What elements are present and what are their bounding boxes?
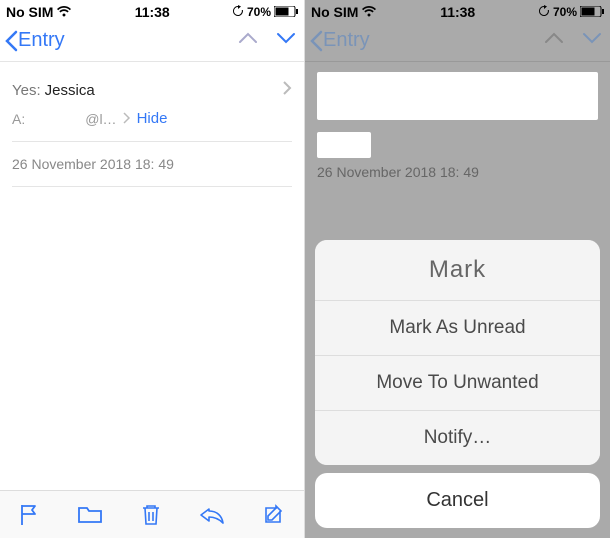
mark-unread-button[interactable]: Mark As Unread: [315, 301, 600, 356]
wifi-icon: [361, 6, 377, 18]
to-domain: @l…: [85, 111, 116, 127]
reply-button[interactable]: [199, 505, 225, 525]
sim-status: No SIM: [6, 4, 53, 20]
redacted-block-small: [317, 132, 371, 158]
delete-button[interactable]: [140, 503, 162, 527]
clock: 11:38: [135, 4, 170, 20]
bottom-toolbar: [0, 490, 304, 538]
divider: [12, 141, 292, 142]
to-label: A:: [12, 111, 25, 127]
cancel-button[interactable]: Cancel: [315, 473, 600, 528]
battery-icon: [274, 4, 298, 20]
move-unwanted-button[interactable]: Move To Unwanted: [315, 356, 600, 411]
next-message-button[interactable]: [276, 31, 296, 50]
prev-message-button: [544, 31, 564, 50]
from-row[interactable]: Yes: Jessica: [12, 72, 292, 108]
refresh-icon: [232, 4, 244, 20]
notify-button[interactable]: Notify…: [315, 411, 600, 465]
status-bar: No SIM 11:38 70%: [0, 0, 304, 24]
sheet-title: Mark: [315, 240, 600, 301]
action-sheet: Mark Mark As Unread Move To Unwanted Not…: [315, 240, 600, 528]
nav-bar: Entry: [0, 24, 304, 62]
battery-percent: 70%: [553, 5, 577, 19]
refresh-icon: [538, 4, 550, 20]
sim-status: No SIM: [311, 4, 358, 20]
status-bar: No SIM 11:38 70%: [305, 0, 610, 24]
battery-percent: 70%: [247, 5, 271, 19]
email-header-dimmed: 26 November 2018 18: 49: [305, 62, 610, 204]
email-timestamp: 26 November 2018 18: 49: [317, 158, 598, 194]
from-label: Yes:: [12, 82, 41, 99]
chevron-right-icon: [123, 111, 131, 127]
flag-button[interactable]: [18, 503, 40, 527]
next-message-button: [582, 31, 602, 50]
move-folder-button[interactable]: [77, 505, 103, 525]
from-value: Jessica: [45, 82, 95, 99]
redacted-block: [317, 72, 598, 120]
back-label: Entry: [323, 29, 370, 52]
clock: 11:38: [440, 4, 475, 20]
prev-message-button[interactable]: [238, 31, 258, 50]
chevron-right-icon: [282, 80, 292, 100]
phone-left: No SIM 11:38 70% Entry: [0, 0, 305, 538]
battery-icon: [580, 4, 604, 20]
hide-details-button[interactable]: Hide: [137, 110, 168, 127]
compose-button[interactable]: [262, 503, 286, 527]
phone-right: No SIM 11:38 70% Entry: [305, 0, 610, 538]
nav-bar: Entry: [305, 24, 610, 62]
wifi-icon: [56, 6, 72, 18]
to-row[interactable]: A: @l… Hide: [12, 108, 292, 135]
back-label: Entry: [18, 29, 65, 52]
email-header: Yes: Jessica A: @l… Hide 26 November 201…: [0, 62, 304, 197]
email-timestamp: 26 November 2018 18: 49: [12, 148, 292, 187]
back-button[interactable]: Entry: [4, 29, 65, 52]
back-button[interactable]: Entry: [309, 29, 370, 52]
